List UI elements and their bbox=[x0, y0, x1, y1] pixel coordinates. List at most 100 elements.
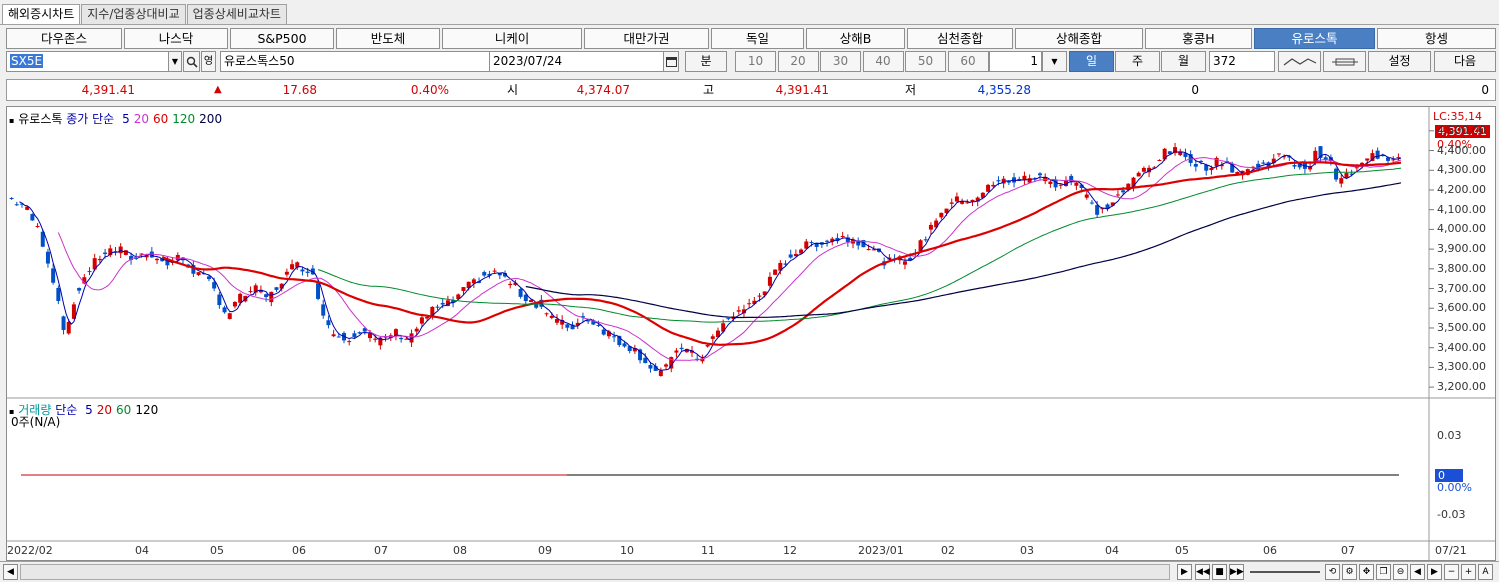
index-button-7[interactable]: 상해B bbox=[806, 28, 905, 49]
index-button-6[interactable]: 독일 bbox=[711, 28, 804, 49]
candle-body bbox=[549, 315, 554, 318]
candle-body bbox=[1365, 158, 1370, 161]
candle-body bbox=[1199, 160, 1204, 162]
candle-body bbox=[331, 334, 336, 337]
period-button-0[interactable]: 일 bbox=[1069, 51, 1114, 72]
interval-button-60[interactable]: 60 bbox=[947, 51, 989, 72]
chart-panel[interactable]: ▪ 유로스톡 종가 단순 5 20 60 120 200 ▪ 거래량 단순 5 20 60 1… bbox=[6, 106, 1496, 561]
y-tick-label: 4,100.00 bbox=[1437, 202, 1486, 216]
candle-body bbox=[529, 300, 533, 303]
index-button-5[interactable]: 대만가권 bbox=[584, 28, 709, 49]
index-button-12[interactable]: 항셍 bbox=[1377, 28, 1496, 49]
data-count-input[interactable]: 372 bbox=[1209, 51, 1275, 72]
interval-button-10[interactable]: 10 bbox=[735, 51, 776, 72]
candle-icon bbox=[1331, 58, 1358, 66]
open-label: 시 bbox=[507, 83, 519, 97]
scroll-right-button[interactable]: ▶ bbox=[1177, 564, 1192, 580]
period-button-2[interactable]: 월 bbox=[1161, 51, 1206, 72]
candle-body bbox=[45, 251, 50, 264]
index-button-3[interactable]: 반도체 bbox=[336, 28, 440, 49]
language-toggle[interactable]: 영 bbox=[201, 51, 216, 72]
index-button-1[interactable]: 나스닥 bbox=[124, 28, 228, 49]
candle-body bbox=[923, 239, 928, 241]
volume-tick-label: 0.03 bbox=[1437, 429, 1462, 442]
candle-body bbox=[674, 350, 679, 353]
price-legend-ma-60: 60 bbox=[152, 112, 169, 126]
date-input[interactable]: 2023/07/24 bbox=[489, 51, 664, 72]
candle-type-button[interactable] bbox=[1323, 51, 1366, 72]
x-tick-label: 2023/01 bbox=[858, 544, 904, 557]
font-size-button[interactable]: A bbox=[1478, 564, 1493, 580]
candle-body bbox=[212, 282, 217, 289]
index-button-9[interactable]: 상해종합 bbox=[1015, 28, 1143, 49]
scroll-back-button[interactable]: ◀ bbox=[1410, 564, 1425, 580]
forward-button[interactable]: ▶▶ bbox=[1229, 564, 1244, 580]
line-chart-icon bbox=[1283, 58, 1316, 66]
scroll-forward-button[interactable]: ▶ bbox=[1427, 564, 1442, 580]
scroll-left-button[interactable]: ◀ bbox=[3, 564, 18, 580]
candle-body bbox=[601, 329, 606, 335]
candle-body bbox=[1354, 167, 1359, 169]
index-button-11[interactable]: 유로스톡 bbox=[1254, 28, 1375, 49]
candle-body bbox=[596, 324, 601, 326]
symbol-dropdown-button[interactable]: ▼ bbox=[168, 51, 182, 72]
window-icon: ❐ bbox=[1379, 567, 1388, 577]
zoom-out-button[interactable]: ⊖ bbox=[1393, 564, 1408, 580]
calendar-button[interactable] bbox=[663, 51, 679, 72]
period-dropdown-button[interactable]: ▼ bbox=[1042, 51, 1067, 72]
index-button-4[interactable]: 니케이 bbox=[442, 28, 582, 49]
volume-value: 0 bbox=[1191, 83, 1199, 97]
candle-body bbox=[56, 287, 61, 301]
interval-button-40[interactable]: 40 bbox=[862, 51, 904, 72]
next-button[interactable]: 다음 bbox=[1434, 51, 1496, 72]
tab-overseas-chart[interactable]: 해외증시차트 bbox=[2, 4, 81, 24]
candle-body bbox=[939, 212, 944, 218]
minus-button[interactable]: − bbox=[1444, 564, 1459, 580]
crosshair-button[interactable]: ✥ bbox=[1359, 564, 1374, 580]
period-button-1[interactable]: 주 bbox=[1115, 51, 1160, 72]
settings-button[interactable]: 설정 bbox=[1368, 51, 1431, 72]
candle-body bbox=[1339, 178, 1344, 184]
y-tick-label: 4,500.00 bbox=[1437, 123, 1486, 137]
candle-body bbox=[87, 271, 92, 273]
candle-body bbox=[710, 336, 715, 339]
interval-button-20[interactable]: 20 bbox=[777, 51, 819, 72]
y-tick-label: 3,600.00 bbox=[1437, 301, 1486, 315]
window-button[interactable]: ❐ bbox=[1376, 564, 1391, 580]
zoom-slider[interactable] bbox=[1250, 571, 1320, 573]
plus-button[interactable]: + bbox=[1461, 564, 1476, 580]
plus-icon: + bbox=[1464, 567, 1473, 577]
period-value-input[interactable]: 1 bbox=[989, 51, 1042, 72]
index-button-2[interactable]: S&P500 bbox=[230, 28, 334, 49]
interval-button-30[interactable]: 30 bbox=[820, 51, 861, 72]
candle-body bbox=[290, 264, 295, 270]
candle-body bbox=[840, 236, 845, 238]
interval-button-50[interactable]: 50 bbox=[905, 51, 946, 72]
stop-button[interactable]: ■ bbox=[1212, 564, 1227, 580]
candle-body bbox=[238, 293, 243, 303]
index-button-0[interactable]: 다우존스 bbox=[6, 28, 122, 49]
price-legend-ma-200: 200 bbox=[199, 112, 223, 126]
rewind-button[interactable]: ◀◀ bbox=[1195, 564, 1210, 580]
tab-sector-compare[interactable]: 업종상세비교차트 bbox=[186, 4, 287, 24]
x-tick-label: 09 bbox=[538, 544, 552, 557]
rewind-icon: ◀◀ bbox=[1196, 567, 1210, 577]
volume-legend-ma-20: 20 bbox=[96, 403, 113, 417]
candle-body bbox=[705, 345, 710, 347]
chart-type-button[interactable] bbox=[1278, 51, 1321, 72]
settings-gear-button[interactable]: ⚙ bbox=[1342, 564, 1357, 580]
index-button-10[interactable]: 홍콩H bbox=[1145, 28, 1252, 49]
search-button[interactable] bbox=[183, 51, 200, 72]
candle-body bbox=[274, 287, 279, 290]
index-button-8[interactable]: 심천종합 bbox=[907, 28, 1013, 49]
symbol-code-input[interactable]: SX5E bbox=[6, 51, 169, 72]
candle-body bbox=[66, 321, 71, 334]
candle-body bbox=[1121, 190, 1126, 193]
minute-unit-button[interactable]: 분 bbox=[685, 51, 727, 72]
moving-average-20 bbox=[57, 157, 1402, 361]
candle-body bbox=[809, 242, 814, 244]
tab-index-compare[interactable]: 지수/업종상대비교 bbox=[81, 4, 186, 24]
scroll-track[interactable] bbox=[20, 564, 1170, 580]
price-chart-svg[interactable] bbox=[7, 107, 1495, 560]
zoom-toggle-button[interactable]: ⟲ bbox=[1325, 564, 1340, 580]
